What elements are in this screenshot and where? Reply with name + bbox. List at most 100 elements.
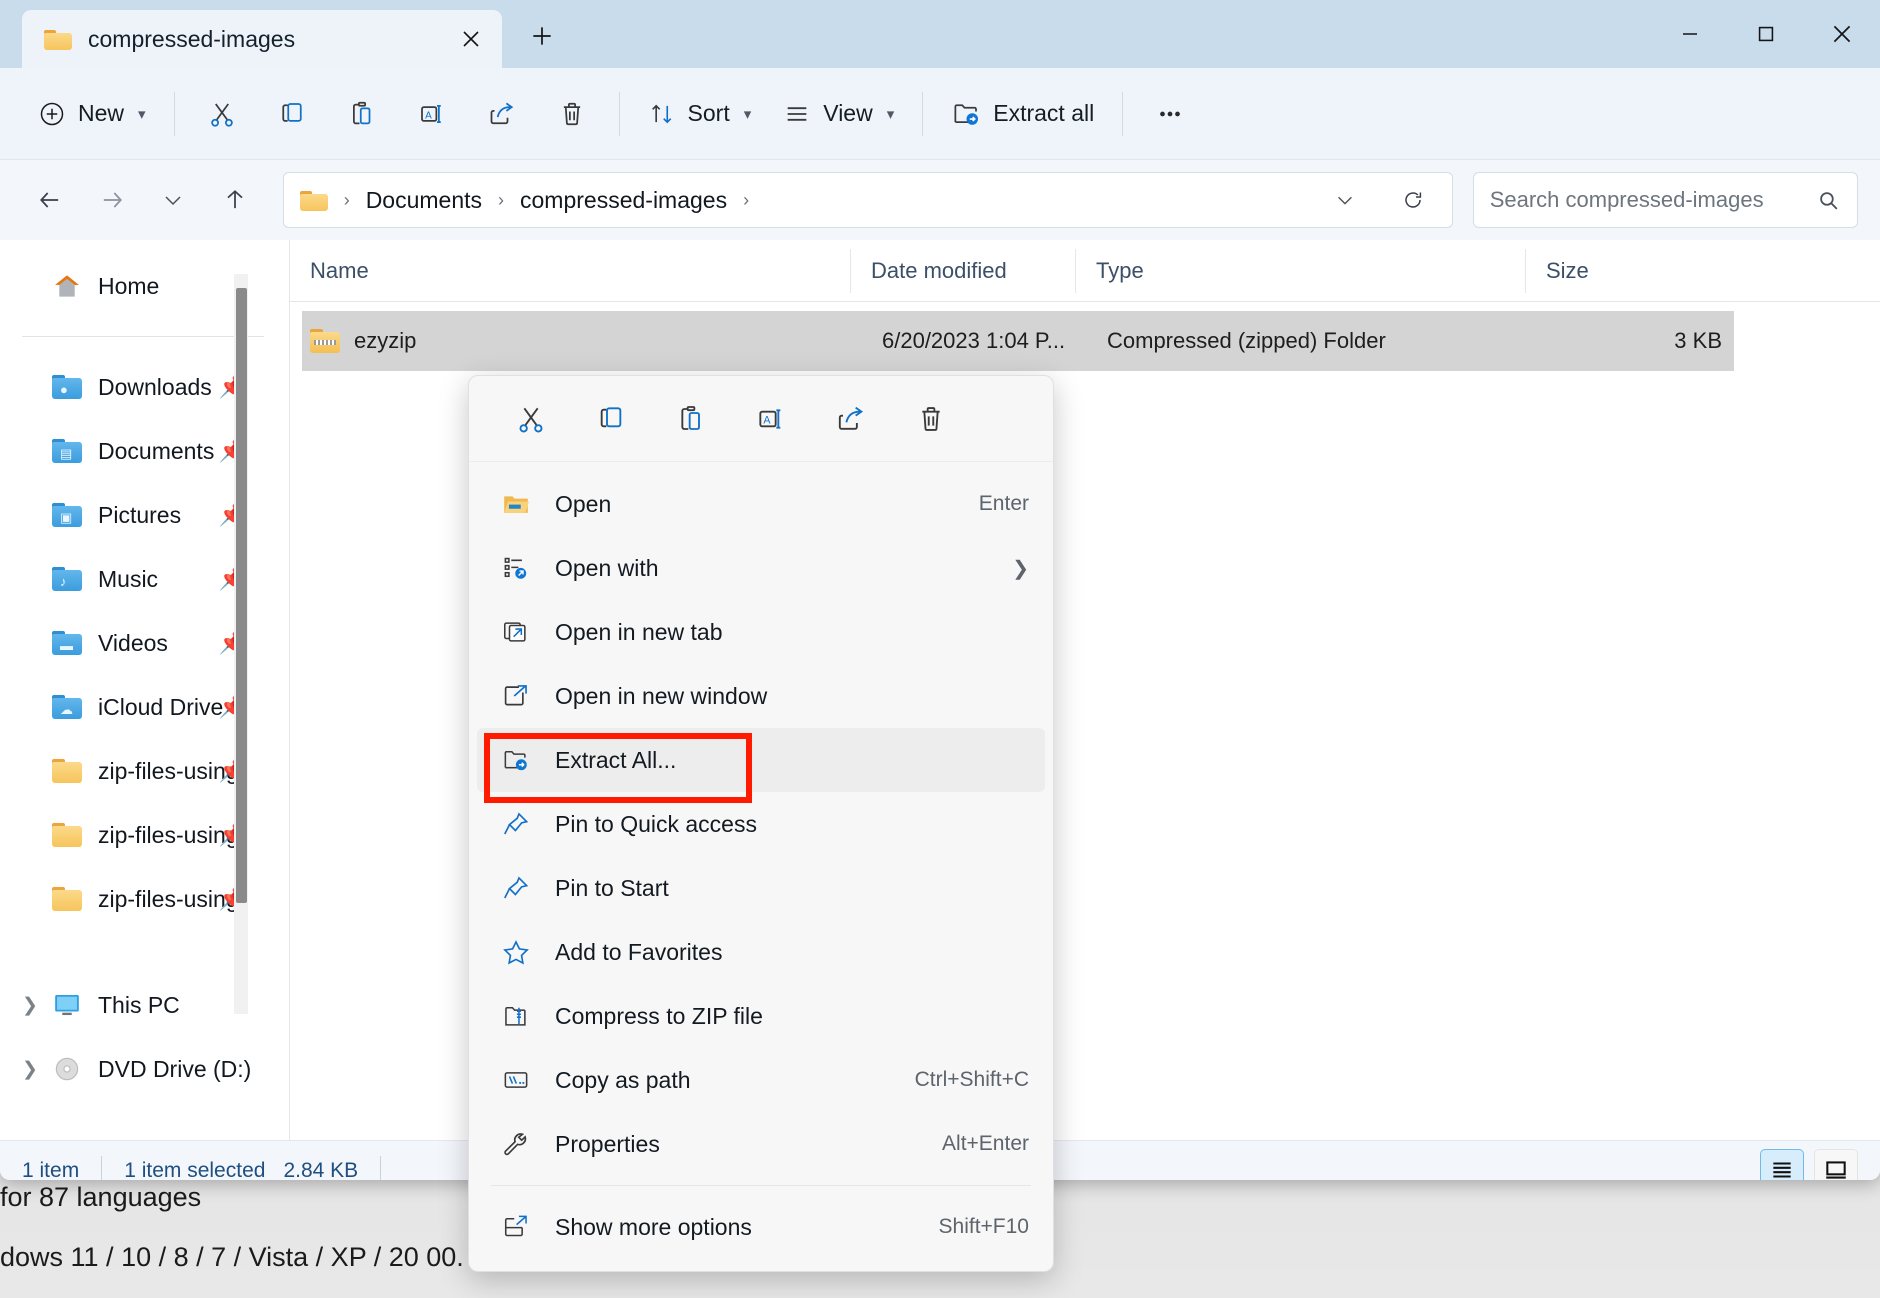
- folder-open-icon: [499, 491, 533, 517]
- chevron-down-icon[interactable]: ▾: [887, 105, 895, 123]
- menu-item-properties[interactable]: Properties Alt+Enter: [469, 1112, 1053, 1176]
- menu-item-pin-to-start[interactable]: Pin to Start: [469, 856, 1053, 920]
- divider: [101, 1156, 102, 1181]
- divider: [380, 1156, 381, 1181]
- menu-item-label: Add to Favorites: [555, 939, 1029, 966]
- menu-item-copy-as-path[interactable]: Copy as path Ctrl+Shift+C: [469, 1048, 1053, 1112]
- chevron-right-icon[interactable]: ❯: [22, 1058, 38, 1081]
- menu-item-accelerator: Enter: [979, 492, 1029, 516]
- background-text-line2: dows 11 / 10 / 8 / 7 / Vista / XP / 20 0…: [0, 1242, 464, 1273]
- copy-icon[interactable]: [571, 390, 651, 448]
- column-header-size[interactable]: Size: [1525, 249, 1725, 293]
- menu-item-label: Open with: [555, 555, 990, 582]
- delete-button[interactable]: [537, 86, 607, 142]
- file-date-modified: 6/20/2023 1:04 P...: [862, 328, 1087, 354]
- menu-item-open-in-new-window[interactable]: Open in new window: [469, 664, 1053, 728]
- address-chevron-down-icon[interactable]: [1316, 171, 1374, 229]
- folder-music-icon: ♪: [52, 566, 82, 592]
- extract-all-button[interactable]: Extract all: [935, 86, 1110, 142]
- title-bar: compressed-images: [0, 0, 1880, 68]
- paste-icon[interactable]: [651, 390, 731, 448]
- chevron-right-icon[interactable]: ❯: [1012, 556, 1029, 581]
- up-arrow-icon[interactable]: [207, 171, 263, 229]
- menu-item-extract-all[interactable]: Extract All...: [477, 728, 1045, 792]
- details-view-icon[interactable]: [1760, 1149, 1804, 1180]
- menu-item-add-to-favorites[interactable]: Add to Favorites: [469, 920, 1053, 984]
- command-bar: New ▾ A Sort ▾ View ▾: [0, 68, 1880, 160]
- refresh-icon[interactable]: [1384, 171, 1442, 229]
- delete-icon[interactable]: [891, 390, 971, 448]
- svg-text:A: A: [425, 110, 432, 121]
- menu-item-pin-to-quick-access[interactable]: Pin to Quick access: [469, 792, 1053, 856]
- menu-item-open[interactable]: Open Enter: [469, 472, 1053, 536]
- status-selection: 1 item selected: [124, 1159, 265, 1181]
- menu-item-label: Pin to Quick access: [555, 811, 1029, 838]
- folder-icon: [52, 886, 82, 912]
- column-header-type[interactable]: Type: [1075, 249, 1525, 293]
- menu-item-open-in-new-tab[interactable]: Open in new tab: [469, 600, 1053, 664]
- address-bar[interactable]: › Documents › compressed-images ›: [283, 172, 1453, 228]
- extract-all-icon: [499, 747, 533, 773]
- status-selection-size: 2.84 KB: [283, 1159, 358, 1181]
- tab-compressed-images[interactable]: compressed-images: [22, 10, 502, 68]
- paste-button[interactable]: [327, 86, 397, 142]
- menu-item-show-more-options[interactable]: Show more options Shift+F10: [469, 1195, 1053, 1259]
- close-icon[interactable]: [454, 22, 488, 56]
- menu-item-label: Pin to Start: [555, 875, 1029, 902]
- rename-icon[interactable]: A: [731, 390, 811, 448]
- search-box[interactable]: [1473, 172, 1858, 228]
- search-icon[interactable]: [1816, 188, 1841, 213]
- chevron-down-icon[interactable]: ▾: [744, 105, 752, 123]
- copy-button[interactable]: [257, 86, 327, 142]
- cut-button[interactable]: [187, 86, 257, 142]
- divider: [1122, 92, 1123, 136]
- star-icon: [499, 939, 533, 965]
- column-header-name[interactable]: Name: [290, 249, 850, 293]
- table-row[interactable]: ezyzip 6/20/2023 1:04 P... Compressed (z…: [302, 311, 1734, 371]
- share-button[interactable]: [467, 86, 537, 142]
- column-header-date-modified[interactable]: Date modified: [850, 249, 1075, 293]
- scrollbar-thumb[interactable]: [236, 288, 247, 903]
- chevron-down-icon[interactable]: ▾: [138, 105, 146, 123]
- menu-item-label: Compress to ZIP file: [555, 1003, 1029, 1030]
- new-label: New: [78, 100, 124, 127]
- see-more-button[interactable]: [1135, 86, 1205, 142]
- menu-item-open-with[interactable]: Open with ❯: [469, 536, 1053, 600]
- close-icon[interactable]: [1804, 0, 1880, 68]
- sidebar-item-label: zip-files-using: [98, 822, 239, 849]
- divider: [174, 92, 175, 136]
- sort-button[interactable]: Sort ▾: [632, 86, 768, 142]
- breadcrumb-item-compressed-images[interactable]: compressed-images: [520, 187, 727, 214]
- recent-locations-chevron-down-icon[interactable]: [145, 171, 201, 229]
- more-options-icon: [499, 1214, 533, 1240]
- menu-item-compress-to-zip-file[interactable]: Compress to ZIP file: [469, 984, 1053, 1048]
- cut-icon[interactable]: [491, 390, 571, 448]
- sidebar-scrollbar[interactable]: [234, 274, 248, 1014]
- sidebar-item-label: iCloud Drive: [98, 694, 223, 721]
- folder-icloud-icon: ☁: [52, 694, 82, 720]
- forward-arrow-icon[interactable]: [84, 171, 140, 229]
- sidebar-item-label: Music: [98, 566, 158, 593]
- sidebar-item-dvd-drive[interactable]: ❯ DVD Drive (D:): [0, 1037, 290, 1101]
- preview-pane-icon[interactable]: [1814, 1149, 1858, 1180]
- new-button[interactable]: New ▾: [22, 86, 162, 142]
- search-input[interactable]: [1490, 187, 1816, 213]
- chevron-right-icon[interactable]: ❯: [22, 994, 38, 1017]
- view-label: View: [823, 100, 872, 127]
- view-button[interactable]: View ▾: [767, 86, 910, 142]
- view-toggle-group: [1760, 1149, 1858, 1180]
- folder-documents-icon: ▤: [52, 438, 82, 464]
- menu-item-label: Properties: [555, 1131, 920, 1158]
- back-arrow-icon[interactable]: [22, 171, 78, 229]
- new-tab-icon[interactable]: [522, 16, 562, 56]
- sidebar-item-label: Documents: [98, 438, 214, 465]
- minimize-icon[interactable]: [1652, 0, 1728, 68]
- breadcrumb-item-documents[interactable]: Documents: [366, 187, 482, 214]
- tab-title: compressed-images: [88, 26, 438, 53]
- share-icon[interactable]: [811, 390, 891, 448]
- new-tab-icon: [499, 619, 533, 645]
- divider: [619, 92, 620, 136]
- maximize-icon[interactable]: [1728, 0, 1804, 68]
- rename-button[interactable]: A: [397, 86, 467, 142]
- sidebar-item-label: DVD Drive (D:): [98, 1056, 251, 1083]
